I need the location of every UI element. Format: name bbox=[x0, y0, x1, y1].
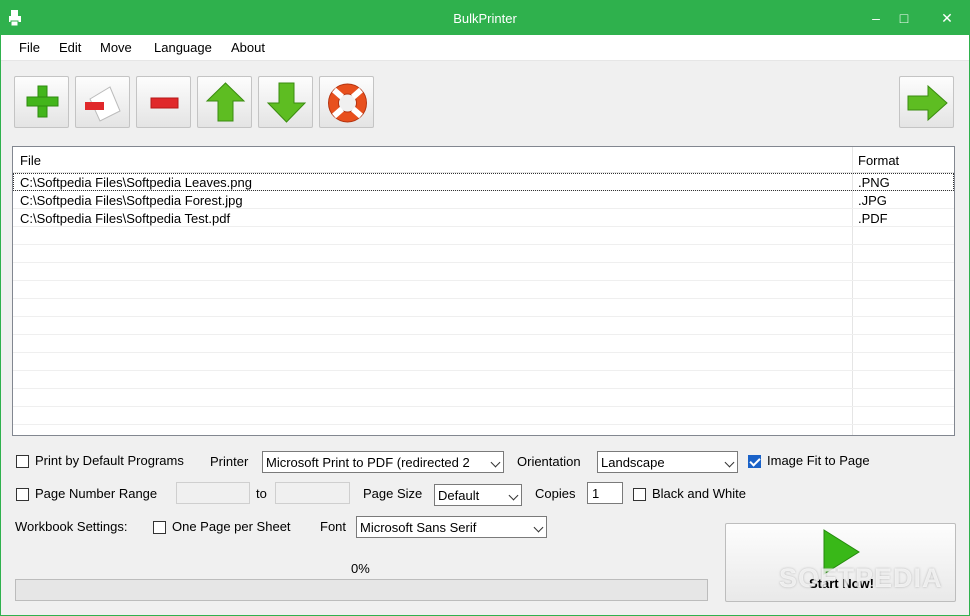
chevron-down-icon bbox=[508, 490, 519, 501]
column-header-file[interactable]: File bbox=[20, 153, 41, 168]
copies-input[interactable]: 1 bbox=[587, 482, 623, 504]
help-button[interactable] bbox=[319, 76, 374, 128]
menu-edit[interactable]: Edit bbox=[59, 40, 81, 55]
menu-file[interactable]: File bbox=[19, 40, 40, 55]
arrow-down-icon bbox=[266, 82, 307, 123]
page-range-from-input[interactable] bbox=[176, 482, 250, 504]
empty-row bbox=[13, 227, 954, 245]
arrow-right-icon bbox=[907, 84, 948, 122]
move-down-button[interactable] bbox=[258, 76, 313, 128]
print-default-programs-label[interactable]: Print by Default Programs bbox=[35, 453, 184, 468]
add-files-button[interactable] bbox=[14, 76, 69, 128]
table-row[interactable]: C:\Softpedia Files\Softpedia Leaves.png … bbox=[13, 173, 954, 191]
font-select[interactable]: Microsoft Sans Serif bbox=[356, 516, 547, 538]
empty-row bbox=[13, 245, 954, 263]
printer-value: Microsoft Print to PDF (redirected 2 bbox=[266, 455, 470, 470]
empty-row bbox=[13, 407, 954, 425]
empty-row bbox=[13, 371, 954, 389]
menu-move[interactable]: Move bbox=[100, 40, 132, 55]
page-size-value: Default bbox=[438, 488, 480, 503]
clear-list-button[interactable] bbox=[136, 76, 191, 128]
workbook-settings-label: Workbook Settings: bbox=[15, 519, 128, 534]
empty-row bbox=[13, 317, 954, 335]
next-button[interactable] bbox=[899, 76, 954, 128]
empty-row bbox=[13, 389, 954, 407]
window-title: BulkPrinter bbox=[453, 11, 517, 26]
table-row[interactable]: C:\Softpedia Files\Softpedia Forest.jpg … bbox=[13, 191, 954, 209]
chevron-down-icon bbox=[724, 457, 735, 468]
orientation-value: Landscape bbox=[601, 455, 665, 470]
menu-language[interactable]: Language bbox=[154, 40, 212, 55]
add-icon bbox=[26, 85, 59, 118]
format-cell: .JPG bbox=[858, 193, 887, 208]
toolbar bbox=[1, 61, 969, 141]
print-default-programs-checkbox[interactable] bbox=[16, 455, 29, 468]
progress-percent: 0% bbox=[351, 561, 370, 576]
page-size-label: Page Size bbox=[363, 486, 423, 501]
maximize-button[interactable]: □ bbox=[889, 1, 919, 35]
lifebuoy-icon bbox=[328, 83, 367, 123]
empty-row bbox=[13, 335, 954, 353]
minus-icon bbox=[150, 97, 179, 109]
page-range-checkbox[interactable] bbox=[16, 488, 29, 501]
close-icon: ✕ bbox=[941, 10, 953, 26]
orientation-label: Orientation bbox=[517, 454, 581, 469]
column-header-format[interactable]: Format bbox=[858, 153, 899, 168]
remove-file-button[interactable] bbox=[75, 76, 130, 128]
orientation-select[interactable]: Landscape bbox=[597, 451, 738, 473]
empty-row bbox=[13, 263, 954, 281]
page-size-select[interactable]: Default bbox=[434, 484, 522, 506]
file-path-cell: C:\Softpedia Files\Softpedia Forest.jpg bbox=[20, 193, 243, 208]
file-path-cell: C:\Softpedia Files\Softpedia Test.pdf bbox=[20, 211, 231, 226]
format-cell: .PDF bbox=[858, 211, 888, 226]
empty-row bbox=[13, 281, 954, 299]
chevron-down-icon bbox=[490, 457, 501, 468]
softpedia-watermark: SOFTPEDIA bbox=[779, 563, 943, 593]
one-page-checkbox[interactable] bbox=[153, 521, 166, 534]
image-fit-checkbox[interactable] bbox=[748, 455, 761, 468]
title-bar: BulkPrinter – □ ✕ bbox=[1, 1, 969, 35]
printer-select[interactable]: Microsoft Print to PDF (redirected 2 bbox=[262, 451, 504, 473]
printer-label: Printer bbox=[210, 454, 249, 469]
maximize-icon: □ bbox=[899, 10, 909, 26]
image-fit-label[interactable]: Image Fit to Page bbox=[767, 453, 870, 468]
table-row[interactable]: C:\Softpedia Files\Softpedia Test.pdf .P… bbox=[13, 209, 954, 227]
list-header: File Format bbox=[13, 147, 954, 173]
page-range-label[interactable]: Page Number Range bbox=[35, 486, 157, 501]
one-page-label[interactable]: One Page per Sheet bbox=[172, 519, 291, 534]
copies-label: Copies bbox=[535, 486, 576, 501]
file-list[interactable]: File Format C:\Softpedia Files\Softpedia… bbox=[12, 146, 955, 436]
app-window: BulkPrinter – □ ✕ File Edit Move Languag… bbox=[0, 0, 970, 616]
black-white-label[interactable]: Black and White bbox=[652, 486, 746, 501]
minimize-button[interactable]: – bbox=[861, 1, 891, 35]
page-range-to-input[interactable] bbox=[275, 482, 350, 504]
empty-row bbox=[13, 299, 954, 317]
copies-value: 1 bbox=[592, 486, 600, 501]
black-white-checkbox[interactable] bbox=[633, 488, 646, 501]
format-cell: .PNG bbox=[858, 175, 890, 190]
chevron-down-icon bbox=[533, 522, 544, 533]
file-path-cell: C:\Softpedia Files\Softpedia Leaves.png bbox=[20, 175, 252, 190]
minimize-icon: – bbox=[872, 10, 880, 26]
empty-row bbox=[13, 353, 954, 371]
progress-bar bbox=[15, 579, 708, 601]
font-value: Microsoft Sans Serif bbox=[360, 520, 477, 535]
arrow-up-icon bbox=[205, 82, 246, 122]
menu-bar: File Edit Move Language About bbox=[1, 35, 969, 61]
remove-page-icon bbox=[85, 86, 121, 122]
close-button[interactable]: ✕ bbox=[925, 1, 969, 35]
font-label: Font bbox=[320, 519, 347, 534]
move-up-button[interactable] bbox=[197, 76, 252, 128]
range-to-label: to bbox=[256, 486, 267, 501]
menu-about[interactable]: About bbox=[231, 40, 265, 55]
